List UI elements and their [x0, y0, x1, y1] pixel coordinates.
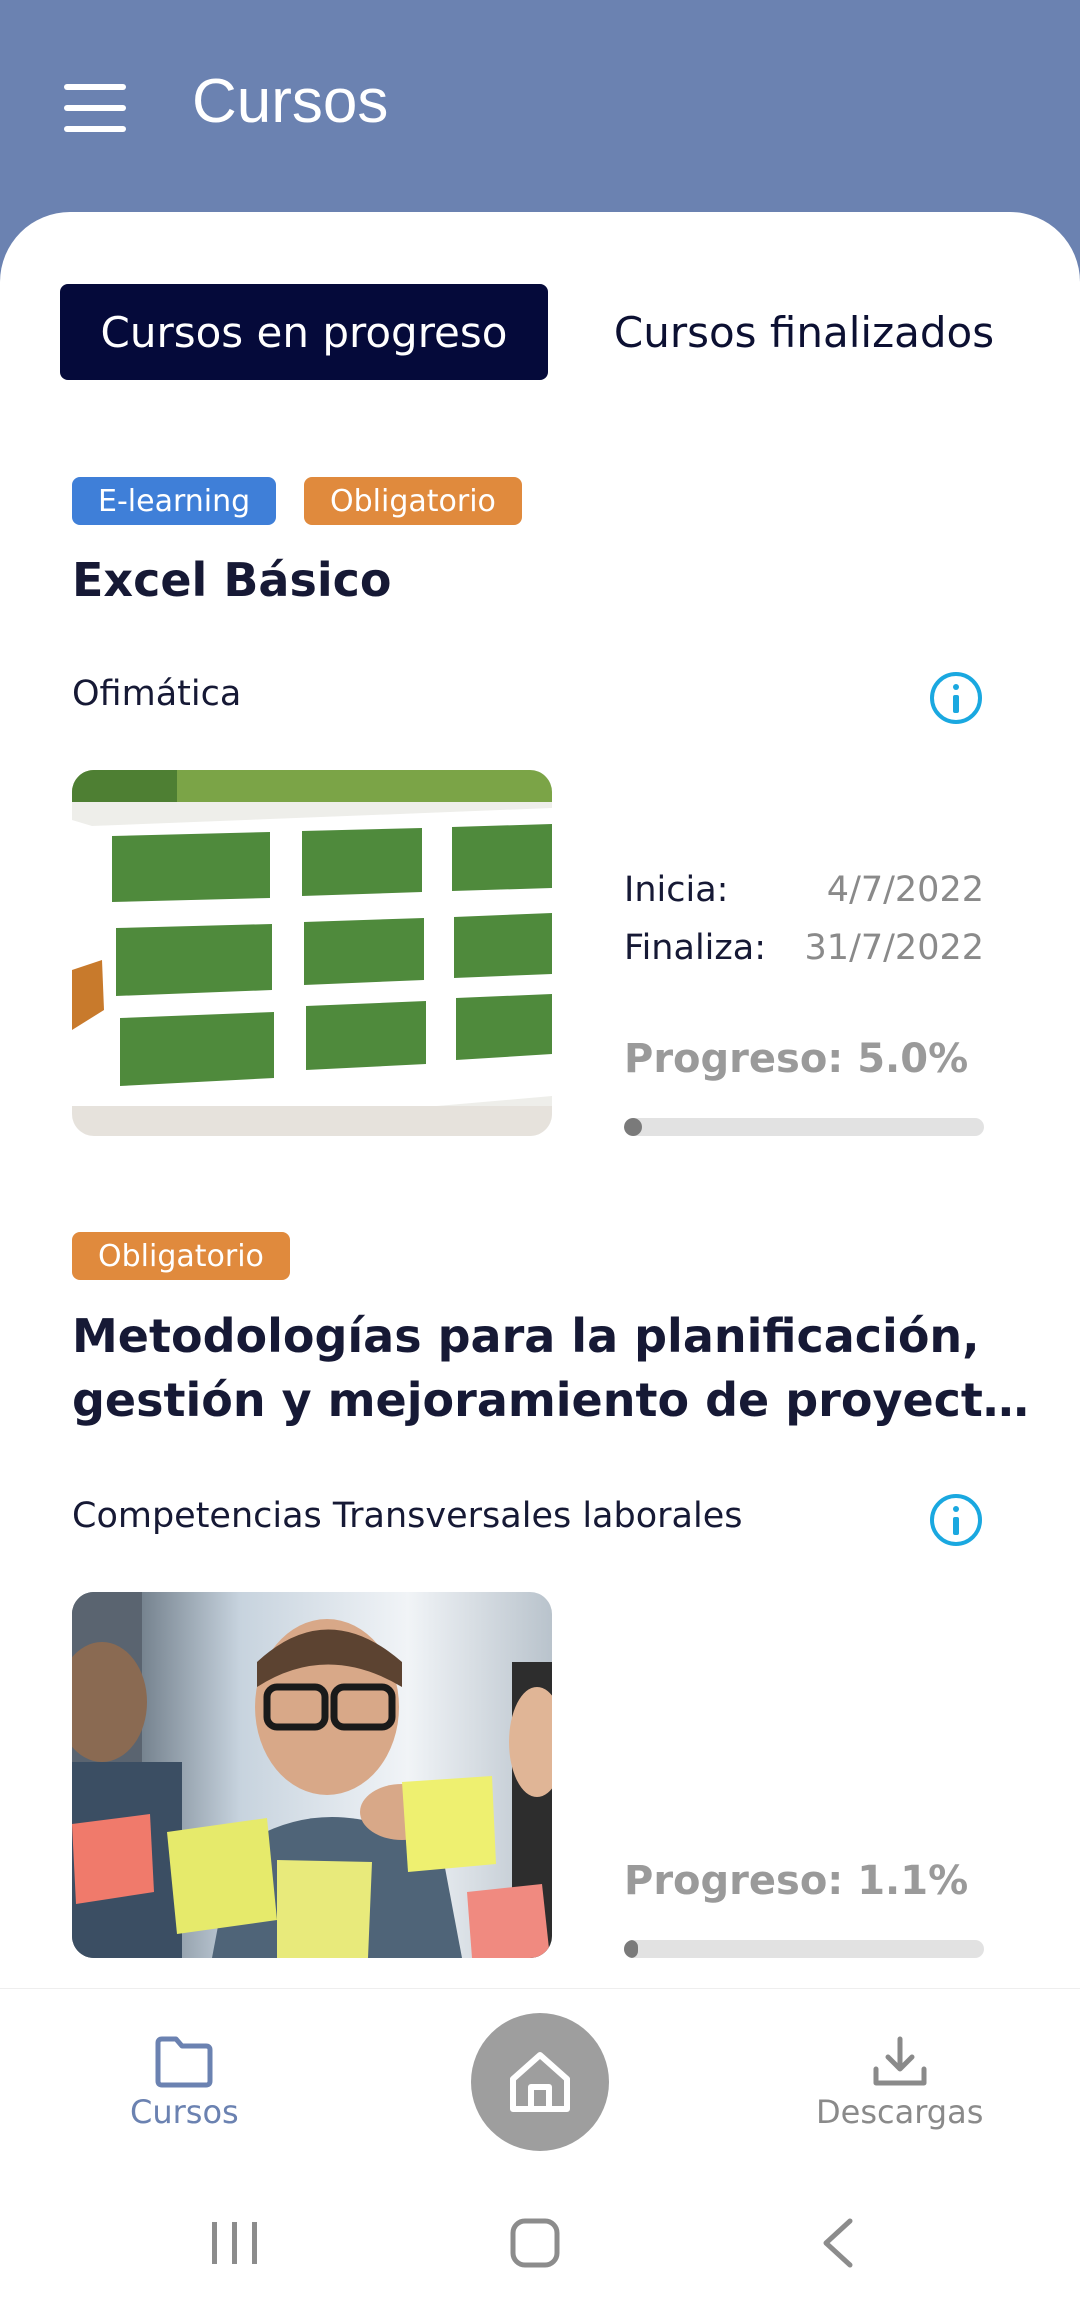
course-thumbnail-excel[interactable] — [72, 770, 552, 1136]
folder-icon — [155, 2036, 213, 2088]
recents-icon[interactable] — [210, 2220, 260, 2270]
home-button[interactable] — [471, 2013, 609, 2151]
progress-bar — [624, 1940, 984, 1958]
info-icon[interactable] — [930, 672, 982, 724]
start-date: 4/7/2022 — [826, 870, 984, 910]
course-title[interactable]: Metodologías para la planificación, gest… — [72, 1304, 1029, 1432]
course-category: Ofimática — [72, 674, 242, 714]
start-label: Inicia: — [624, 870, 729, 910]
download-icon — [873, 2036, 927, 2086]
app-header: Cursos — [0, 0, 1080, 230]
tab-in-progress[interactable]: Cursos en progreso — [60, 284, 548, 380]
info-icon[interactable] — [930, 1494, 982, 1546]
badge-elearning: E-learning — [72, 477, 277, 525]
progress-text: Progreso: 1.1% — [624, 1858, 969, 1904]
nav-downloads-label: Descargas — [816, 2093, 984, 2131]
home-icon — [510, 2052, 570, 2112]
progress-fill — [624, 1940, 639, 1958]
tab-finished[interactable]: Cursos finalizados — [588, 284, 1020, 380]
bottom-nav: Cursos Descargas — [0, 1988, 1080, 2164]
nav-downloads[interactable]: Descargas — [816, 2035, 983, 2131]
progress-fill — [624, 1118, 642, 1136]
end-date: 31/7/2022 — [804, 928, 984, 968]
system-nav-bar — [0, 2164, 1080, 2315]
nav-courses[interactable]: Cursos — [130, 2035, 239, 2131]
course-category: Competencias Transversales laborales — [72, 1496, 743, 1536]
home-system-icon[interactable] — [510, 2218, 560, 2272]
course-title-line: gestión y mejoramiento de proyect… — [72, 1373, 1029, 1427]
course-title[interactable]: Excel Básico — [72, 548, 391, 612]
tabs: Cursos en progreso Cursos finalizados — [60, 284, 1020, 380]
end-label: Finaliza: — [624, 928, 766, 968]
progress-bar — [624, 1118, 984, 1136]
course-title-line: Metodologías para la planificación, — [72, 1309, 980, 1363]
back-icon[interactable] — [820, 2218, 856, 2272]
badge-mandatory: Obligatorio — [72, 1232, 290, 1280]
page-title: Cursos — [192, 67, 389, 136]
course-thumbnail-methodologies[interactable] — [72, 1592, 552, 1958]
menu-icon[interactable] — [64, 84, 126, 132]
nav-courses-label: Cursos — [130, 2093, 239, 2131]
badge-mandatory: Obligatorio — [304, 477, 522, 525]
progress-text: Progreso: 5.0% — [624, 1036, 969, 1082]
